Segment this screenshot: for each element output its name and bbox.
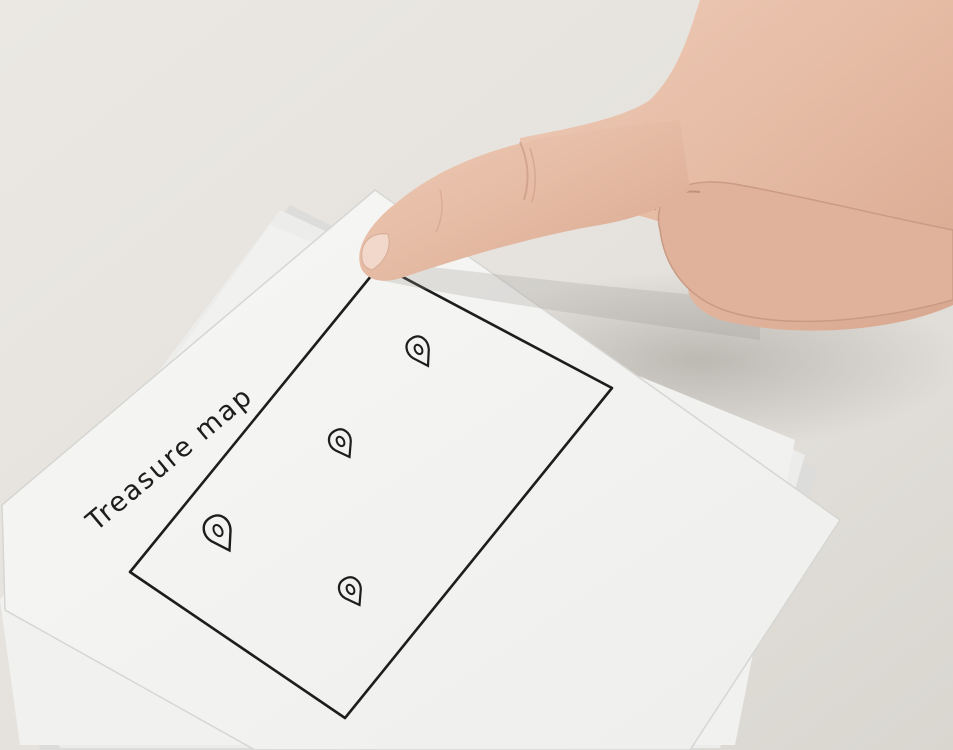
photo-scene: Treasure map — [0, 0, 953, 750]
